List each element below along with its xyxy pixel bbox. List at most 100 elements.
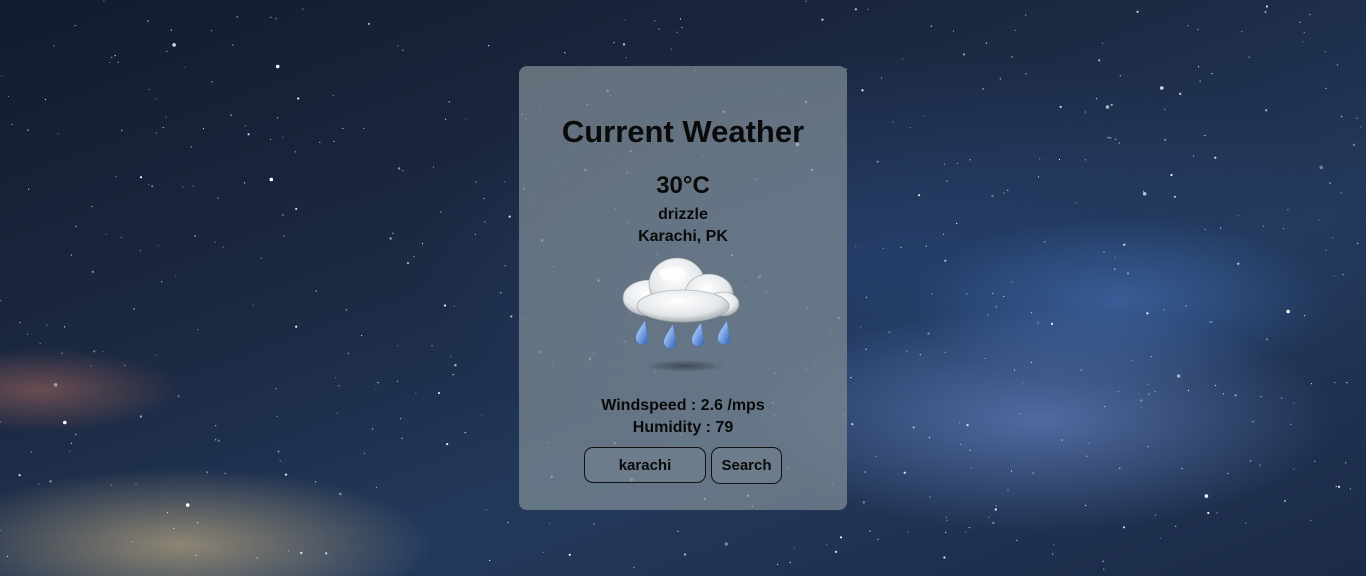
star bbox=[415, 392, 417, 394]
star bbox=[1160, 86, 1164, 90]
star bbox=[222, 246, 224, 248]
star bbox=[1058, 158, 1061, 161]
star bbox=[133, 308, 135, 310]
star bbox=[1310, 383, 1313, 385]
star bbox=[508, 215, 511, 218]
star bbox=[880, 77, 883, 79]
star bbox=[196, 522, 199, 524]
star bbox=[966, 424, 969, 427]
star bbox=[210, 30, 213, 32]
star bbox=[1341, 115, 1343, 118]
star bbox=[18, 474, 21, 477]
star bbox=[1283, 499, 1287, 503]
star bbox=[1287, 209, 1289, 211]
star bbox=[613, 42, 615, 44]
star bbox=[70, 254, 72, 256]
star bbox=[157, 244, 159, 246]
star bbox=[912, 426, 915, 429]
city-search-input[interactable] bbox=[584, 447, 706, 483]
star bbox=[332, 94, 334, 96]
star bbox=[789, 561, 791, 564]
star bbox=[90, 365, 92, 367]
star bbox=[1030, 312, 1032, 314]
star bbox=[944, 259, 947, 262]
star bbox=[27, 129, 29, 131]
star bbox=[1037, 322, 1039, 324]
star bbox=[91, 270, 94, 273]
star bbox=[302, 8, 304, 10]
star bbox=[952, 30, 955, 32]
star bbox=[230, 114, 232, 116]
star bbox=[1286, 309, 1290, 314]
star bbox=[452, 374, 454, 376]
star bbox=[1173, 195, 1176, 198]
star bbox=[148, 88, 150, 91]
star bbox=[63, 420, 67, 425]
star bbox=[1131, 359, 1133, 361]
star bbox=[315, 290, 317, 292]
star bbox=[507, 521, 509, 524]
star bbox=[389, 237, 392, 240]
star bbox=[277, 450, 280, 453]
star bbox=[962, 53, 966, 56]
star bbox=[26, 333, 29, 335]
star bbox=[1346, 382, 1348, 384]
star bbox=[960, 443, 962, 446]
star bbox=[109, 61, 111, 63]
star bbox=[115, 175, 117, 177]
star bbox=[315, 481, 317, 483]
star bbox=[1260, 396, 1262, 398]
star bbox=[295, 207, 298, 210]
star bbox=[135, 483, 137, 485]
star bbox=[995, 505, 997, 507]
star bbox=[1163, 309, 1165, 311]
location: Karachi, PK bbox=[638, 228, 728, 245]
star bbox=[1204, 494, 1209, 498]
star bbox=[236, 16, 238, 18]
star bbox=[985, 42, 988, 44]
star bbox=[1119, 467, 1121, 469]
star bbox=[1197, 29, 1199, 31]
star bbox=[124, 364, 126, 366]
star bbox=[1293, 402, 1295, 404]
star bbox=[450, 356, 452, 358]
star bbox=[276, 415, 278, 417]
star bbox=[367, 22, 370, 25]
star bbox=[542, 551, 544, 553]
star bbox=[217, 197, 219, 199]
star bbox=[931, 293, 933, 295]
star bbox=[335, 377, 337, 379]
star bbox=[0, 529, 1, 531]
star bbox=[676, 31, 678, 33]
star bbox=[1119, 75, 1121, 77]
star bbox=[568, 553, 571, 556]
star bbox=[923, 115, 925, 117]
humidity-value: Humidity : 79 bbox=[632, 419, 734, 436]
page-title: Current Weather bbox=[561, 114, 805, 149]
star bbox=[1234, 394, 1237, 397]
star bbox=[670, 48, 673, 50]
rain-cloud-icon bbox=[615, 250, 751, 374]
star bbox=[1025, 73, 1027, 75]
star bbox=[464, 432, 466, 434]
star bbox=[1014, 29, 1016, 31]
search-button[interactable]: Search bbox=[711, 447, 782, 484]
star bbox=[1146, 312, 1149, 315]
star bbox=[865, 296, 868, 298]
star bbox=[402, 170, 404, 172]
star bbox=[1349, 488, 1351, 490]
star bbox=[1237, 214, 1239, 217]
star bbox=[1345, 462, 1347, 464]
star bbox=[170, 29, 172, 31]
star bbox=[1222, 393, 1224, 395]
star bbox=[1086, 455, 1088, 457]
star bbox=[182, 186, 184, 188]
star bbox=[1179, 92, 1182, 95]
star bbox=[19, 321, 21, 324]
star bbox=[1037, 176, 1040, 178]
star bbox=[300, 551, 303, 555]
star bbox=[1154, 390, 1156, 393]
star bbox=[1075, 202, 1077, 204]
star bbox=[195, 554, 197, 556]
star bbox=[46, 324, 48, 326]
